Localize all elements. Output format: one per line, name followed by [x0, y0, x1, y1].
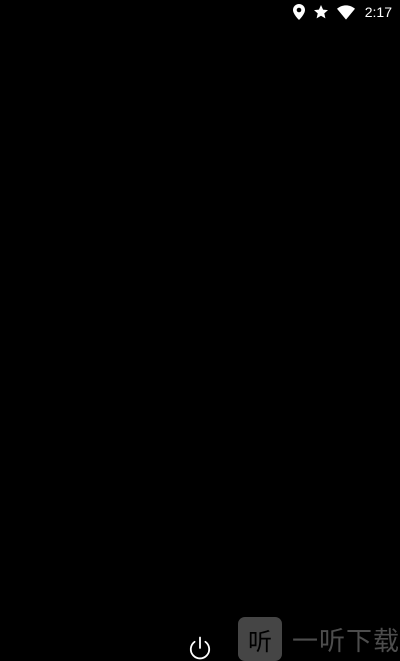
- watermark: 听 一听下载: [238, 617, 400, 661]
- watermark-logo: 听: [238, 617, 282, 661]
- star-icon: [313, 4, 329, 20]
- power-icon: [189, 636, 211, 660]
- watermark-text: 一听下载: [292, 626, 400, 657]
- power-button[interactable]: [186, 634, 214, 661]
- wifi-icon: [336, 4, 355, 20]
- location-icon: [292, 4, 305, 20]
- clock: 2:17: [364, 4, 392, 20]
- status-bar: 2:17: [0, 0, 400, 24]
